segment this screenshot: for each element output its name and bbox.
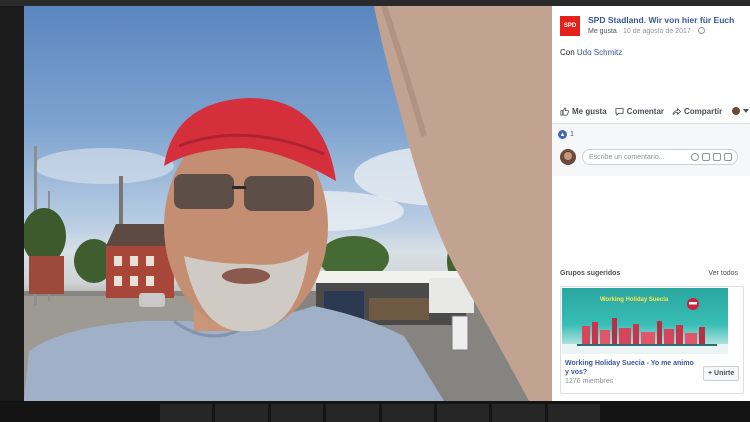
group-name-link[interactable]: Working Holiday Suecia - Yo me animo y v… bbox=[565, 359, 695, 377]
group-banner-title: Working Holiday Suecia bbox=[600, 297, 669, 303]
page-avatar[interactable]: SPD bbox=[560, 16, 580, 36]
post-caption: Con Udo Schmitz bbox=[560, 48, 622, 57]
post-header: SPD SPD Stadland. Wir von hier für Euch … bbox=[560, 14, 746, 44]
like-reaction-icon: ▲ bbox=[558, 130, 567, 139]
like-button[interactable]: Me gusta bbox=[560, 107, 607, 116]
see-all-groups-link[interactable]: Ver todos bbox=[708, 270, 738, 277]
share-button-label: Compartir bbox=[684, 106, 723, 116]
gif-icon[interactable] bbox=[713, 153, 721, 161]
group-banner-art: Working Holiday Suecia bbox=[562, 297, 728, 354]
comment-button[interactable]: Comentar bbox=[615, 107, 664, 116]
thumbnail[interactable] bbox=[547, 404, 600, 422]
camera-icon[interactable] bbox=[702, 153, 710, 161]
thumbnail[interactable] bbox=[492, 404, 545, 422]
sticker-icon[interactable] bbox=[724, 153, 732, 161]
like-page-link[interactable]: Me gusta bbox=[588, 28, 617, 35]
thumbnail[interactable] bbox=[436, 404, 490, 422]
post-date[interactable]: · 10 de agosto de 2017 · bbox=[617, 28, 695, 35]
group-cover-image[interactable]: Working Holiday Suecia bbox=[562, 288, 728, 354]
thumbnail[interactable] bbox=[160, 404, 213, 422]
suggested-groups-title: Grupos sugeridos bbox=[560, 270, 621, 277]
post-meta: Me gusta · 10 de agosto de 2017 · bbox=[588, 27, 706, 35]
user-avatar-small bbox=[732, 107, 741, 115]
comment-placeholder: Escribe un comentario... bbox=[589, 153, 665, 161]
comment-input[interactable]: Escribe un comentario... bbox=[582, 149, 738, 165]
group-member-count: 1276 miembres bbox=[565, 378, 614, 385]
comment-button-label: Comentar bbox=[626, 106, 665, 116]
suggested-group-card: Working Holiday Suecia Working Holiday S bbox=[560, 286, 744, 394]
post-actions: Me gusta Comentar Compartir bbox=[560, 104, 750, 118]
emoji-icon[interactable] bbox=[691, 153, 699, 161]
comment-tools bbox=[691, 153, 732, 161]
page-logo-text: SPD bbox=[563, 23, 577, 29]
thumbnail[interactable] bbox=[215, 404, 268, 422]
comment-bubble-icon bbox=[615, 107, 624, 116]
share-button[interactable]: Compartir bbox=[672, 107, 722, 116]
reaction-count[interactable]: ▲ 1 bbox=[558, 130, 574, 139]
tagged-person-link[interactable]: Udo Schmitz bbox=[577, 48, 622, 57]
like-button-label: Me gusta bbox=[572, 106, 607, 116]
commenter-avatar bbox=[560, 149, 576, 165]
thumbnail[interactable] bbox=[381, 404, 434, 422]
thumbnail[interactable] bbox=[270, 404, 324, 422]
globe-icon bbox=[698, 27, 706, 34]
post-side-panel: SPD SPD Stadland. Wir von hier für Euch … bbox=[552, 6, 750, 401]
caret-down-icon bbox=[743, 109, 750, 113]
caption-prefix: Con bbox=[560, 48, 577, 57]
thumbnail[interactable] bbox=[326, 404, 379, 422]
share-arrow-icon bbox=[672, 107, 682, 115]
post-as-selector[interactable] bbox=[730, 107, 750, 115]
reactions-comments-box: ▲ 1 Escribe un comentario... bbox=[552, 124, 750, 176]
like-count: 1 bbox=[570, 131, 574, 138]
post-photo[interactable] bbox=[24, 6, 552, 401]
page-name-link[interactable]: SPD Stadland. Wir von hier für Euch bbox=[588, 15, 734, 25]
thumbnail-strip bbox=[160, 404, 600, 422]
join-group-button[interactable]: + Unirte bbox=[703, 366, 740, 381]
thumbs-up-icon bbox=[560, 106, 569, 116]
selfie-photo-illustration bbox=[24, 6, 552, 401]
